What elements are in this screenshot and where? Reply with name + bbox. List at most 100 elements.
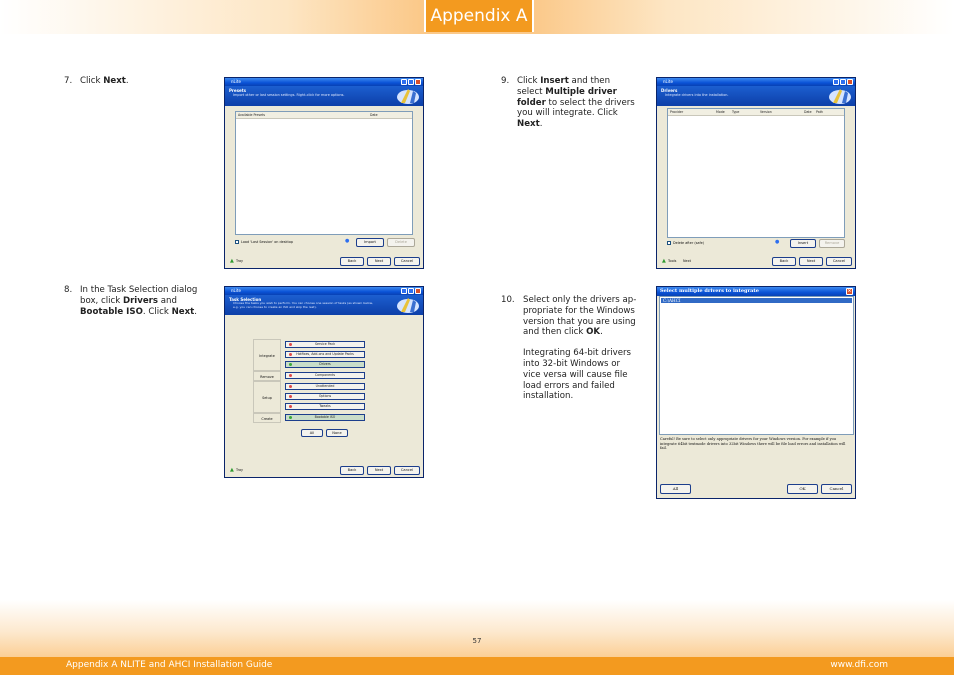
cancel-button[interactable]: Cancel bbox=[394, 466, 420, 475]
title-bar: nLite bbox=[657, 78, 855, 86]
select-drivers-dialog-screenshot: Select multiple drivers to integrate × C:… bbox=[656, 286, 856, 499]
window-title: nLite bbox=[663, 79, 673, 84]
page-footer: Appendix A NLITE and AHCI Installation G… bbox=[0, 657, 954, 675]
back-label: Back bbox=[347, 468, 357, 472]
delete-button[interactable]: Delete bbox=[387, 238, 415, 247]
tray-icon[interactable]: ▲ bbox=[230, 258, 234, 264]
step-text: box, click bbox=[80, 295, 123, 306]
status-dot-icon bbox=[289, 343, 292, 346]
task-drivers[interactable]: Drivers bbox=[285, 361, 365, 368]
close-icon[interactable] bbox=[847, 79, 853, 85]
close-icon[interactable] bbox=[415, 79, 421, 85]
next-button[interactable]: Next bbox=[367, 466, 391, 475]
presets-list[interactable]: Available Presets Date bbox=[235, 111, 413, 235]
cancel-button[interactable]: Cancel bbox=[394, 257, 420, 266]
step-text: Select only the drivers ap- bbox=[523, 295, 637, 305]
column-path[interactable]: Path bbox=[816, 109, 823, 115]
delete-after-checkbox[interactable] bbox=[667, 241, 671, 245]
minimize-icon[interactable] bbox=[833, 79, 839, 85]
status-dot-icon bbox=[289, 385, 292, 388]
dialog-banner: Drivers Integrate drivers into the insta… bbox=[657, 86, 855, 106]
footer-website-link[interactable]: www.dfi.com bbox=[830, 657, 888, 673]
column-provider[interactable]: Provider bbox=[670, 109, 683, 115]
column-version[interactable]: Version bbox=[760, 109, 772, 115]
maximize-icon[interactable] bbox=[840, 79, 846, 85]
step-text: In the Task Selection dialog bbox=[80, 285, 198, 295]
status-dot-icon bbox=[289, 374, 292, 377]
next-button[interactable]: Next bbox=[799, 257, 823, 266]
checkbox-label: Delete after (safe) bbox=[673, 241, 705, 245]
close-icon[interactable]: × bbox=[846, 288, 853, 295]
next-label: Next bbox=[374, 259, 384, 263]
back-button[interactable]: Back bbox=[340, 257, 364, 266]
maximize-icon[interactable] bbox=[408, 288, 414, 294]
task-selection-dialog-screenshot: nLite Task Selection Choose the tasks yo… bbox=[224, 286, 424, 478]
cancel-button[interactable]: Cancel bbox=[821, 484, 852, 494]
step-number: 7. bbox=[64, 76, 73, 86]
task-components[interactable]: Components bbox=[285, 372, 365, 379]
step-text: . bbox=[125, 76, 129, 86]
select-none-button[interactable]: None bbox=[326, 429, 348, 437]
group-setup-label: Setup bbox=[253, 381, 281, 413]
drivers-dialog-screenshot: nLite Drivers Integrate drivers into the… bbox=[656, 77, 856, 269]
nlite-logo-icon bbox=[397, 298, 419, 313]
step-number: 8. bbox=[64, 285, 73, 295]
tools-icon[interactable]: ▲ bbox=[662, 258, 666, 264]
back-button[interactable]: Back bbox=[340, 466, 364, 475]
tray-icon[interactable]: ▲ bbox=[230, 467, 234, 473]
task-label: Unattended bbox=[315, 384, 335, 388]
minimize-icon[interactable] bbox=[401, 79, 407, 85]
next-button[interactable]: Next bbox=[367, 257, 391, 266]
select-all-button[interactable]: All bbox=[301, 429, 323, 437]
task-tweaks[interactable]: Tweaks bbox=[285, 403, 365, 410]
step-keyword: Insert bbox=[540, 76, 569, 86]
task-bootable-iso[interactable]: Bootable ISO bbox=[285, 414, 365, 421]
minimize-icon[interactable] bbox=[401, 288, 407, 294]
step-text: select bbox=[517, 86, 546, 97]
help-icon[interactable]: ● bbox=[345, 238, 349, 244]
group-integrate-label: Integrate bbox=[253, 339, 281, 371]
group-create-label: Create bbox=[253, 413, 281, 423]
nlite-logo-icon bbox=[397, 89, 419, 104]
task-unattended[interactable]: Unattended bbox=[285, 383, 365, 390]
status-dot-icon bbox=[289, 395, 292, 398]
banner-subtitle: Import other or last session settings. R… bbox=[233, 93, 345, 97]
window-title: nLite bbox=[231, 79, 241, 84]
step-keyword: OK bbox=[586, 327, 601, 338]
remove-button[interactable]: Remove bbox=[819, 239, 845, 248]
step-text: . bbox=[600, 327, 603, 338]
column-date[interactable]: Date bbox=[804, 109, 812, 115]
import-button[interactable]: Import bbox=[356, 238, 384, 247]
load-last-session-checkbox[interactable] bbox=[235, 240, 239, 244]
task-hotfixes[interactable]: Hotfixes, Add-ons and Update Packs bbox=[285, 351, 365, 358]
task-service-pack[interactable]: Service Pack bbox=[285, 341, 365, 348]
driver-folder-list[interactable]: C:\AHCI bbox=[659, 296, 854, 435]
column-date[interactable]: Date bbox=[370, 112, 378, 118]
help-icon[interactable]: ● bbox=[775, 239, 779, 245]
list-item-label: C:\AHCI bbox=[663, 298, 681, 303]
note-line: vice versa will cause file bbox=[523, 369, 628, 380]
nlite-logo-icon bbox=[829, 89, 851, 104]
step-number: 10. bbox=[501, 295, 515, 305]
drivers-list[interactable]: Provider Mode Type Version Date Path bbox=[667, 108, 845, 238]
window-title: Select multiple drivers to integrate bbox=[660, 288, 759, 294]
task-options[interactable]: Options bbox=[285, 393, 365, 400]
insert-button[interactable]: Insert bbox=[790, 239, 816, 248]
footer-gradient bbox=[0, 600, 954, 657]
ok-button[interactable]: OK bbox=[787, 484, 818, 494]
task-label: Drivers bbox=[319, 362, 331, 366]
list-item[interactable]: C:\AHCI bbox=[661, 298, 852, 303]
task-label: Hotfixes, Add-ons and Update Packs bbox=[296, 352, 354, 356]
column-type[interactable]: Type bbox=[732, 109, 739, 115]
appendix-tab: Appendix A bbox=[424, 0, 534, 32]
column-available-presets[interactable]: Available Presets bbox=[238, 112, 265, 118]
cancel-button[interactable]: Cancel bbox=[826, 257, 852, 266]
task-label: Options bbox=[318, 394, 332, 398]
select-all-button[interactable]: All bbox=[660, 484, 691, 494]
column-mode[interactable]: Mode bbox=[716, 109, 725, 115]
back-button[interactable]: Back bbox=[772, 257, 796, 266]
maximize-icon[interactable] bbox=[408, 79, 414, 85]
title-bar: nLite bbox=[225, 287, 423, 295]
close-icon[interactable] bbox=[415, 288, 421, 294]
tools-label: Tools bbox=[668, 259, 677, 263]
